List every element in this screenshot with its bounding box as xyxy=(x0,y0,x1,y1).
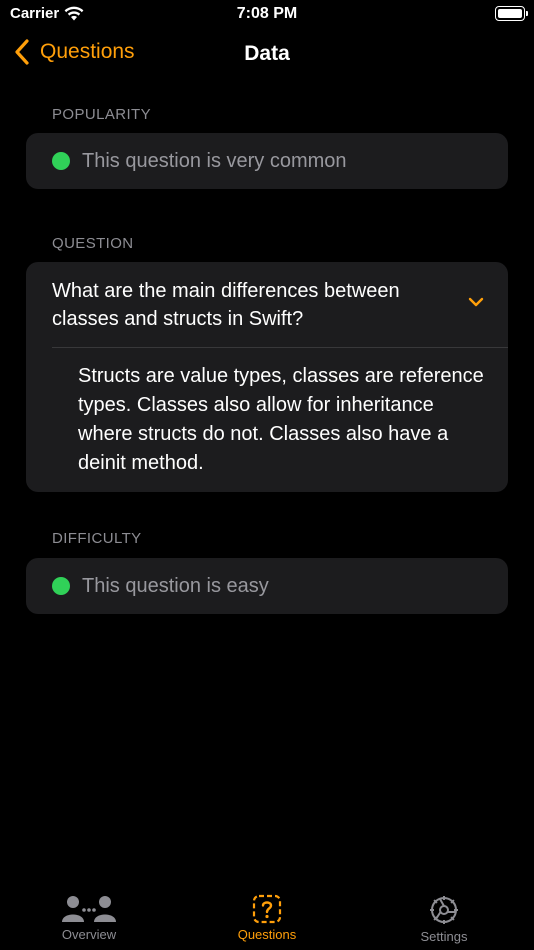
tab-settings[interactable]: Settings xyxy=(384,884,504,944)
status-time: 7:08 PM xyxy=(236,5,298,22)
tab-bar: Overview Questions Settings xyxy=(0,884,534,950)
difficulty-text: This question is easy xyxy=(82,574,269,597)
answer-text: Structs are value types, classes are ref… xyxy=(78,365,484,474)
tab-questions-label: Questions xyxy=(237,927,297,942)
people-icon xyxy=(62,896,116,922)
popularity-header: POPULARITY xyxy=(52,106,152,123)
status-dot-icon xyxy=(52,152,70,170)
tab-overview[interactable]: Overview xyxy=(29,884,149,942)
question-square-icon xyxy=(252,894,282,924)
popularity-text: This question is very common xyxy=(82,149,347,172)
chevron-down-icon xyxy=(468,297,484,307)
tab-overview-label: Overview xyxy=(61,927,117,942)
question-disclosure[interactable]: What are the main differences between cl… xyxy=(26,262,508,347)
popularity-card: This question is very common xyxy=(26,133,508,189)
difficulty-card: This question is easy xyxy=(26,558,508,614)
question-card: What are the main differences between cl… xyxy=(26,262,508,492)
status-dot-icon xyxy=(52,577,70,595)
tab-settings-label: Settings xyxy=(420,929,468,944)
question-text: What are the main differences between cl… xyxy=(52,280,400,330)
battery-icon xyxy=(495,6,528,21)
status-bar: Carrier 7:08 PM xyxy=(0,0,534,30)
gear-icon xyxy=(430,896,458,924)
navigation-bar: Questions Data xyxy=(0,30,534,80)
question-header: QUESTION xyxy=(52,235,134,252)
difficulty-header: DIFFICULTY xyxy=(52,530,142,547)
page-title: Data xyxy=(244,42,290,65)
tab-questions[interactable]: Questions xyxy=(207,884,327,942)
